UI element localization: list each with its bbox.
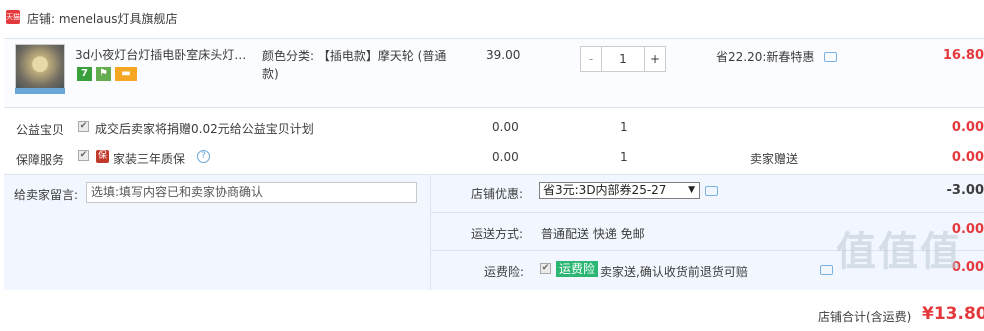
row-divider [430, 212, 984, 213]
thumbnail-strip [15, 88, 65, 94]
discount-select[interactable]: 省3元:3D内部券25-27 ▼ [539, 182, 700, 199]
shipping-label: 运送方式: [471, 227, 524, 241]
card-icon[interactable]: ▬ [115, 67, 137, 81]
warranty-gift: 卖家赠送 [750, 152, 799, 166]
charity-qty: 1 [620, 120, 628, 134]
charity-subtotal: 0.00 [951, 120, 984, 135]
discount-selected: 省3元:3D内部券25-27 [543, 183, 667, 197]
charity-price: 0.00 [492, 120, 519, 134]
insurance-label: 运费险: [484, 265, 525, 279]
qty-minus-button[interactable]: - [581, 47, 602, 71]
shipping-method: 普通配送 快递 免邮 [541, 227, 645, 241]
warranty-text: 家装三年质保 [113, 152, 186, 166]
discount-amount: -3.00 [946, 183, 984, 198]
panel-divider [430, 174, 431, 290]
promotion-text: 省22.20:新春特惠 [716, 48, 838, 65]
promotion-label: 省22.20:新春特惠 [716, 50, 815, 64]
warranty-checkbox[interactable]: ✔ [78, 150, 89, 161]
shield-icon[interactable]: ⚑ [96, 67, 111, 81]
product-title[interactable]: 3d小夜灯台灯插电卧室床头灯生... [75, 47, 255, 63]
sku-info: 颜色分类: 【插电款】摩天轮 (普通款) [262, 49, 447, 81]
product-thumbnail[interactable] [15, 44, 65, 94]
chat-icon[interactable] [820, 265, 833, 275]
charity-text: 成交后卖家将捐赠0.02元给公益宝贝计划 [95, 122, 314, 136]
quantity-stepper: - 1 + [580, 46, 666, 72]
help-icon[interactable]: ? [197, 150, 210, 163]
seller-message-input[interactable]: 选填:填写内容已和卖家协商确认 [86, 182, 417, 203]
item-subtotal: 16.80 [942, 48, 984, 63]
warranty-subtotal: 0.00 [951, 150, 984, 165]
qty-input[interactable]: 1 [602, 47, 644, 71]
watermark: 值值值 [836, 229, 962, 275]
warranty-badge-icon: 保 [96, 150, 109, 163]
charity-checkbox[interactable]: ✔ [78, 121, 89, 132]
warranty-label: 保障服务 [16, 153, 65, 167]
insurance-text: 卖家送,确认收货前退货可赔 [600, 265, 748, 279]
charity-label: 公益宝贝 [16, 123, 65, 137]
chat-icon[interactable] [824, 52, 838, 62]
chevron-down-icon: ▼ [688, 185, 695, 195]
warranty-price: 0.00 [492, 150, 519, 164]
chat-icon[interactable] [705, 186, 718, 196]
insurance-tag: 运费险 [556, 261, 599, 277]
tmall-icon: 天猫 [6, 10, 20, 24]
insurance-checkbox[interactable]: ✔ [540, 263, 551, 274]
message-label: 给卖家留言: [14, 188, 79, 202]
shop-name[interactable]: 店铺: menelaus灯具旗舰店 [27, 10, 177, 27]
seven-day-return-icon[interactable]: 7 [77, 67, 92, 81]
unit-price: 39.00 [486, 48, 521, 62]
qty-plus-button[interactable]: + [644, 47, 665, 71]
discount-label: 店铺优惠: [471, 187, 524, 201]
warranty-qty: 1 [620, 150, 628, 164]
